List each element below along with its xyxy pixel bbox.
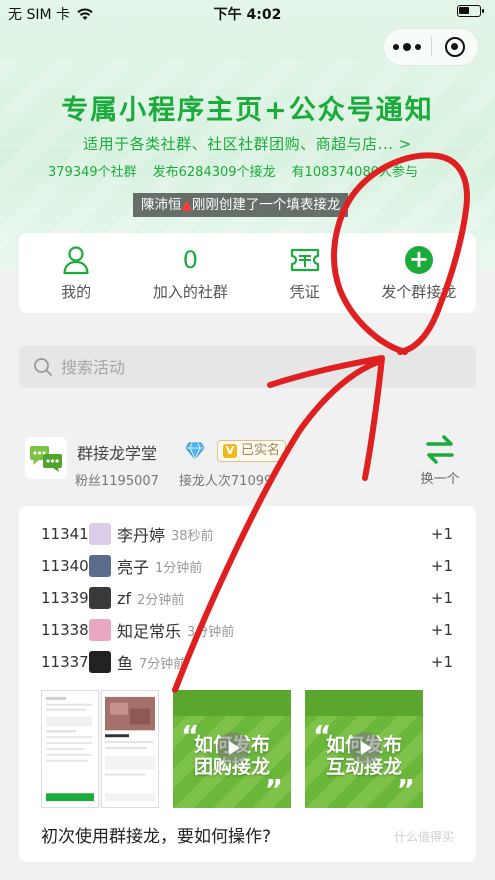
fire-icon: ▲ [181, 197, 192, 213]
play-icon[interactable] [217, 732, 249, 764]
fans-count: 粉丝1195007 [75, 474, 159, 489]
person-icon [61, 245, 91, 275]
row-time: 1分钟前 [155, 560, 203, 576]
channel-name: 群接龙学堂 [77, 444, 158, 463]
miniprogram-capsule [383, 28, 479, 66]
feed-card[interactable]: 11341. 李丹婷 38秒前 +1 11340. 亮子 1分钟前 +1 113… [19, 506, 476, 862]
feed-row: 11339. zf 2分钟前 +1 [41, 582, 453, 614]
nav-card: 我的 0 加入的社群 凭证 + 发个群接龙 [19, 233, 476, 313]
switch-label: 换一个 [420, 472, 460, 487]
joined-count: 0 [182, 245, 199, 274]
row-plus: +1 [430, 621, 453, 639]
row-time: 3分钟前 [187, 624, 235, 640]
stat-published: 发布6284309个接龙 [152, 165, 276, 180]
notice-user: 陳沛恒 [141, 197, 182, 213]
row-user-name: 亮子 [117, 558, 150, 577]
row-plus: +1 [430, 525, 453, 543]
close-miniprogram-button[interactable] [431, 28, 478, 66]
quote-close-icon: ” [396, 773, 415, 806]
nav-label-voucher: 凭证 [289, 282, 320, 301]
row-number: 11339. [41, 589, 94, 607]
thumbnail-screenshots[interactable] [41, 690, 159, 808]
stat-communities: 379349个社群 [48, 165, 137, 180]
row-plus: +1 [430, 557, 453, 575]
nav-item-publish[interactable]: + 发个群接龙 [362, 233, 476, 313]
row-time: 38秒前 [171, 528, 214, 544]
verified-v-icon: V [223, 444, 237, 458]
feed-row: 11338. 知足常乐 3分钟前 +1 [41, 614, 453, 646]
feed-thumbnails: “ 如何发布 团购接龙 ” “ 如何发布 互动接龙 ” [41, 690, 423, 808]
nav-label-mine: 我的 [61, 282, 92, 301]
more-options-button[interactable] [384, 28, 431, 66]
channel-avatar [25, 437, 67, 479]
feed-row: 11341. 李丹婷 38秒前 +1 [41, 518, 453, 550]
row-user-name: 李丹婷 [117, 526, 166, 545]
promo-header [305, 690, 423, 716]
row-user-name: 知足常乐 [117, 622, 182, 641]
switch-arrows-icon [426, 435, 454, 464]
row-user-name: 鱼 [117, 654, 134, 673]
promo-header [173, 690, 291, 716]
diamond-icon [185, 442, 205, 460]
battery-icon [457, 5, 484, 17]
feed-row: 11340. 亮子 1分钟前 +1 [41, 550, 453, 582]
search-bar[interactable] [19, 346, 476, 388]
notice-text: 刚刚创建了一个填表接龙 [191, 197, 341, 213]
row-time: 2分钟前 [137, 592, 185, 608]
activity-notice: 陳沛恒▲刚刚创建了一个填表接龙 [133, 193, 349, 217]
nav-item-joined-communities[interactable]: 0 加入的社群 [133, 233, 247, 313]
search-input[interactable] [61, 357, 441, 377]
hero-subtitle-link[interactable]: 适用于各类社群、社区社群团购、商超与店... > [0, 133, 495, 154]
row-number: 11340. [41, 557, 94, 575]
thumbnail-screen [41, 690, 99, 808]
play-icon[interactable] [349, 732, 381, 764]
row-plus: +1 [430, 653, 453, 671]
avatar [89, 651, 111, 673]
row-number: 11341. [41, 525, 94, 543]
avatar [89, 555, 111, 577]
avatar [89, 523, 111, 545]
chat-bubbles-icon [30, 446, 62, 472]
thumbnail-screen [101, 690, 159, 808]
nav-label-publish: 发个群接龙 [381, 282, 457, 301]
avatar [89, 587, 111, 609]
watermark: 什么值得买 [393, 830, 454, 844]
avatar [89, 619, 111, 641]
search-icon [34, 358, 52, 376]
nav-item-mine[interactable]: 我的 [19, 233, 133, 313]
row-user-name: zf [117, 588, 132, 608]
status-time: 下午 4:02 [213, 7, 282, 23]
switch-channel-button[interactable]: 换一个 [410, 432, 470, 487]
nav-label-joined: 加入的社群 [152, 282, 228, 301]
participations-count: 接龙人次71099 [178, 474, 273, 489]
row-plus: +1 [430, 589, 453, 607]
hero-title: 专属小程序主页+公众号通知 [61, 95, 434, 126]
quote-close-icon: ” [264, 773, 283, 806]
row-time: 7分钟前 [139, 656, 187, 672]
row-number: 11338. [41, 621, 94, 639]
target-icon [444, 37, 465, 57]
feed-title[interactable]: 初次使用群接龙，要如何操作? [41, 822, 271, 847]
plus-circle-icon: + [404, 245, 433, 274]
channel-profile[interactable]: 群接龙学堂 V 已实名 粉丝1195007 接龙人次71099 换一个 [19, 430, 476, 490]
row-number: 11337. [41, 653, 94, 671]
nav-item-voucher[interactable]: 凭证 [248, 233, 362, 313]
thumbnail-promo-group-buy[interactable]: “ 如何发布 团购接龙 ” [173, 690, 291, 808]
feed-row: 11337. 鱼 7分钟前 +1 [41, 646, 453, 678]
thumbnail-promo-interactive[interactable]: “ 如何发布 互动接龙 ” [305, 690, 423, 808]
stat-participants: 有108374080人参与 [291, 165, 418, 180]
hero-stats: 379349个社群 发布6284309个接龙 有108374080人参与 [48, 161, 448, 180]
channel-stats: 粉丝1195007 接龙人次71099 [75, 470, 272, 489]
status-bar: 无 SIM 卡 下午 4:02 [0, 0, 495, 26]
verified-badge: V 已实名 [217, 440, 287, 462]
ticket-icon [290, 245, 320, 275]
verified-label: 已实名 [241, 443, 281, 458]
